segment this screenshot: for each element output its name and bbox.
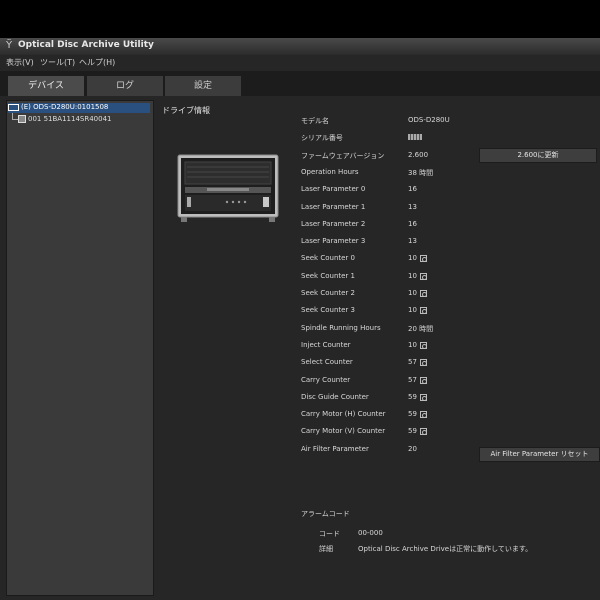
serial-masked-icon (408, 134, 422, 140)
property-label: Laser Parameter 0 (301, 185, 366, 193)
tree-item-drive[interactable]: (E) ODS-D280U:0101508 (8, 103, 150, 113)
alarm-detail-value: Optical Disc Archive Driveは正常に動作しています。 (358, 545, 533, 553)
property-label: Seek Counter 1 (301, 272, 355, 280)
disc-cartridge-icon (18, 115, 26, 123)
counter-unit-icon (419, 272, 427, 280)
property-value-text: 10 (408, 289, 417, 297)
property-value: 57 (408, 376, 427, 384)
property-value: ODS-D280U (408, 116, 450, 124)
property-value: 10 (408, 341, 427, 349)
property-value-text: ODS-D280U (408, 116, 450, 124)
property-value-text: 10 (408, 341, 417, 349)
property-label: Select Counter (301, 358, 353, 366)
property-value-text: 57 (408, 376, 417, 384)
property-value: 59 (408, 410, 427, 418)
property-label: Spindle Running Hours (301, 324, 381, 332)
property-value: 59 (408, 393, 427, 401)
tab-log[interactable]: ログ (87, 76, 163, 96)
property-label: Laser Parameter 3 (301, 237, 366, 245)
air-filter-reset-button[interactable]: Air Filter Parameter リセット (479, 447, 600, 462)
property-value: 2.600 (408, 151, 428, 159)
property-value-text: 10 (408, 254, 417, 262)
property-label: モデル名 (301, 117, 329, 125)
property-value-text: 13 (408, 203, 417, 211)
property-value-text: 57 (408, 358, 417, 366)
property-value: 16 (408, 185, 417, 193)
property-value-text: 59 (408, 427, 417, 435)
property-label: Seek Counter 3 (301, 306, 355, 314)
property-value-text: 13 (408, 237, 417, 245)
alarm-detail-label: 詳細 (319, 545, 333, 553)
property-value: 57 (408, 358, 427, 366)
drive-icon (8, 103, 19, 111)
property-value-text: 16 (408, 220, 417, 228)
counter-unit-icon (419, 341, 427, 349)
counter-unit-icon (419, 306, 427, 314)
property-value: 10 (408, 254, 427, 262)
counter-unit-icon (419, 376, 427, 384)
property-label: Laser Parameter 2 (301, 220, 366, 228)
counter-unit-icon (419, 358, 427, 366)
property-value-text: 10 (408, 306, 417, 314)
property-value-text: 59 (408, 410, 417, 418)
tree-item-disc-label: 001 51BA1114SR40041 (28, 115, 112, 123)
property-value: 10 (408, 306, 427, 314)
property-label: Operation Hours (301, 168, 359, 176)
property-value: 59 (408, 427, 427, 435)
property-value-text: 38 時間 (408, 169, 434, 177)
property-label: Seek Counter 0 (301, 254, 355, 262)
property-value-text: 10 (408, 272, 417, 280)
property-label: Air Filter Parameter (301, 445, 369, 453)
counter-unit-icon (419, 393, 427, 401)
property-value: 13 (408, 203, 417, 211)
property-label: Seek Counter 2 (301, 289, 355, 297)
property-value: 10 (408, 272, 427, 280)
alarm-code-label: コード (319, 530, 340, 538)
property-label: Disc Guide Counter (301, 393, 369, 401)
tab-settings[interactable]: 設定 (165, 76, 241, 96)
property-label: Laser Parameter 1 (301, 203, 366, 211)
menu-view[interactable]: 表示(V) (6, 57, 34, 68)
device-tree[interactable] (6, 100, 154, 596)
alarm-code-title: アラームコード (301, 510, 350, 518)
tab-device[interactable]: デバイス (8, 76, 84, 96)
counter-unit-icon (419, 289, 427, 297)
menu-tools[interactable]: ツール(T) (40, 57, 75, 68)
section-title: ドライブ情報 (162, 106, 210, 115)
antenna-icon: Ÿ (6, 40, 13, 51)
property-value: 16 (408, 220, 417, 228)
menu-help[interactable]: ヘルプ(H) (79, 57, 115, 68)
property-value (408, 133, 422, 141)
property-value: 20 (408, 445, 417, 453)
property-value: 10 (408, 289, 427, 297)
alarm-code-value: 00-000 (358, 529, 383, 537)
property-label: Carry Motor (H) Counter (301, 410, 386, 418)
property-label: Carry Counter (301, 376, 351, 384)
property-value-text: 2.600 (408, 151, 429, 159)
firmware-update-button[interactable]: 2.600に更新 (479, 148, 597, 163)
tree-item-disc[interactable]: 001 51BA1114SR40041 (18, 115, 111, 123)
counter-unit-icon (419, 410, 427, 418)
counter-unit-icon (419, 254, 427, 262)
property-label: ファームウェアバージョン (301, 152, 385, 160)
property-value-text: 20 (408, 445, 417, 453)
drive-device-image (177, 154, 279, 222)
window-title: Optical Disc Archive Utility (18, 40, 154, 50)
property-value-text: 20 時間 (408, 325, 434, 333)
property-label: Inject Counter (301, 341, 351, 349)
property-value-text: 16 (408, 185, 417, 193)
property-value: 38 時間 (408, 168, 433, 178)
property-value-text: 59 (408, 393, 417, 401)
tree-item-drive-label: (E) ODS-D280U:0101508 (21, 103, 109, 111)
counter-unit-icon (419, 427, 427, 435)
property-label: シリアル番号 (301, 134, 343, 142)
property-label: Carry Motor (V) Counter (301, 427, 386, 435)
property-value: 20 時間 (408, 324, 433, 334)
property-value: 13 (408, 237, 417, 245)
